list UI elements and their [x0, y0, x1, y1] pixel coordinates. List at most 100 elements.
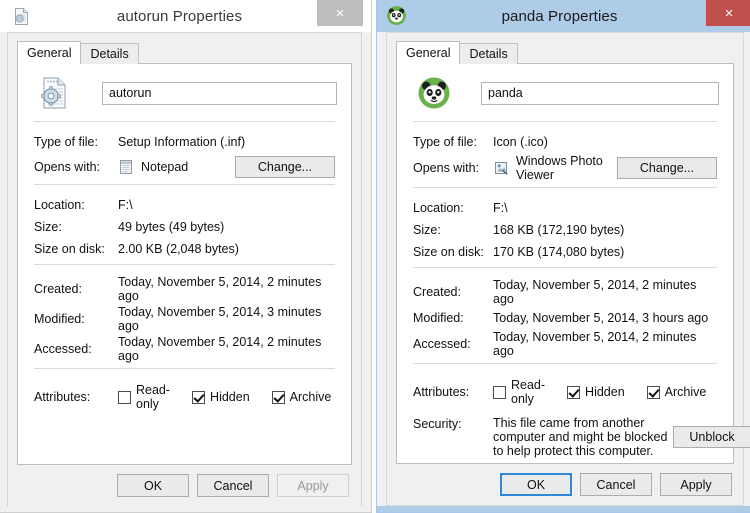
apply-button: Apply — [277, 474, 349, 497]
label-size: Size: — [34, 220, 62, 234]
checkbox-hidden-label: Hidden — [210, 390, 250, 404]
tab-details[interactable]: Details — [459, 43, 518, 64]
value-security: This file came from another computer and… — [493, 416, 750, 458]
value-accessed: Today, November 5, 2014, 2 minutes ago — [118, 335, 322, 363]
filename-value: panda — [488, 86, 523, 100]
attributes-section-autorun: Attributes: Read-only Hidden Archive — [18, 369, 351, 420]
checkbox-read-only-label: Read-only — [511, 378, 546, 406]
row-type-of-file: Type of file: Icon (.ico) — [397, 131, 733, 153]
checkbox-archive[interactable]: Archive — [271, 390, 332, 404]
checkbox-hidden[interactable]: Hidden — [192, 390, 250, 404]
row-size: Size: 49 bytes (49 bytes) — [18, 216, 351, 238]
attributes-section-panda: Attributes: Read-only Hidden Archive Sec… — [397, 364, 750, 463]
cancel-button[interactable]: Cancel — [580, 473, 652, 496]
filename-value: autorun — [109, 86, 152, 100]
value-created: Today, November 5, 2014, 2 minutes ago — [493, 278, 697, 306]
ok-button[interactable]: OK — [500, 473, 572, 496]
tabpage-general-panda: panda Type of file: Icon (.ico) Opens wi… — [396, 63, 750, 464]
checkbox-archive-box — [271, 390, 285, 404]
checkbox-archive[interactable]: Archive — [646, 385, 707, 399]
row-opens-with: Opens with: Notepad Change... — [18, 153, 351, 180]
label-opens-with: Opens with: — [413, 161, 480, 175]
checkbox-archive-label: Archive — [289, 390, 332, 404]
change-button[interactable]: Change... — [617, 157, 717, 179]
label-attributes: Attributes: — [413, 385, 470, 399]
checkbox-read-only-box — [493, 385, 506, 399]
value-accessed: Today, November 5, 2014, 2 minutes ago — [493, 330, 697, 358]
row-security: Security: This file came from another co… — [397, 411, 750, 459]
row-type-of-file: Type of file: Setup Information (.inf) — [18, 131, 351, 153]
row-opens-with: Opens with: Windows Photo Viewer Change.… — [397, 153, 733, 183]
filename-input[interactable]: autorun — [102, 81, 337, 105]
row-accessed: Accessed: Today, November 5, 2014, 2 min… — [18, 334, 351, 364]
row-size: Size: 168 KB (172,190 bytes) — [397, 219, 733, 241]
label-created: Created: — [34, 282, 82, 296]
row-size-on-disk: Size on disk: 170 KB (174,080 bytes) — [397, 241, 733, 263]
value-created: Today, November 5, 2014, 2 minutes ago — [118, 275, 322, 303]
apply-button[interactable]: Apply — [660, 473, 732, 496]
dialog-autorun: General Details autorun Type of file: Se… — [7, 32, 362, 506]
checkbox-hidden[interactable]: Hidden — [567, 385, 625, 399]
value-size: 168 KB (172,190 bytes) — [493, 223, 625, 237]
dates-section-autorun: Created: Today, November 5, 2014, 2 minu… — [18, 265, 351, 368]
inf-file-icon — [12, 7, 31, 26]
checkbox-archive-box — [646, 385, 660, 399]
window-bottom-chrome — [377, 506, 750, 512]
label-size-on-disk: Size on disk: — [413, 245, 484, 259]
windows-photo-viewer-icon — [493, 160, 509, 176]
window-autorun-properties[interactable]: autorun Properties × General Details aut… — [0, 0, 372, 513]
filename-input[interactable]: panda — [481, 81, 719, 105]
titlebar-autorun[interactable]: autorun Properties × — [0, 0, 371, 32]
label-location: Location: — [34, 198, 85, 212]
value-size-on-disk: 170 KB (174,080 bytes) — [493, 245, 625, 259]
location-section-panda: Location: F:\ Size: 168 KB (172,190 byte… — [397, 188, 733, 267]
type-section-panda: Type of file: Icon (.ico) Opens with: Wi… — [397, 122, 733, 187]
label-accessed: Accessed: — [413, 337, 471, 351]
security-message: This file came from another computer and… — [493, 416, 668, 458]
label-type-of-file: Type of file: — [34, 135, 98, 149]
window-panda-properties[interactable]: panda Properties × General Details panda… — [376, 0, 750, 513]
cancel-button[interactable]: Cancel — [197, 474, 269, 497]
row-created: Created: Today, November 5, 2014, 2 minu… — [397, 277, 733, 307]
panda-icon — [386, 5, 407, 26]
tab-general[interactable]: General — [396, 41, 461, 64]
tabstrip-panda: General Details — [396, 41, 743, 64]
window-title-autorun: autorun Properties — [116, 7, 243, 25]
value-opens-with: Notepad Change... — [118, 155, 335, 178]
row-accessed: Accessed: Today, November 5, 2014, 2 min… — [397, 329, 733, 359]
checkbox-read-only[interactable]: Read-only — [118, 383, 170, 411]
label-modified: Modified: — [413, 311, 464, 325]
row-modified: Modified: Today, November 5, 2014, 3 hou… — [397, 307, 733, 329]
row-attributes: Attributes: Read-only Hidden Archive — [18, 378, 351, 416]
dialog-panda: General Details panda Type of file: Icon… — [386, 32, 750, 506]
value-modified: Today, November 5, 2014, 3 minutes ago — [118, 305, 322, 333]
tab-details[interactable]: Details — [80, 43, 139, 64]
ok-button[interactable]: OK — [117, 474, 189, 497]
opens-with-app-name: Windows Photo Viewer — [516, 154, 603, 182]
value-opens-with: Windows Photo Viewer Change... — [493, 154, 717, 182]
row-location: Location: F:\ — [397, 197, 733, 219]
tab-general[interactable]: General — [17, 41, 82, 64]
tabstrip-autorun: General Details — [17, 41, 361, 64]
row-modified: Modified: Today, November 5, 2014, 3 min… — [18, 304, 351, 334]
value-size-on-disk: 2.00 KB (2,048 bytes) — [118, 242, 239, 256]
close-icon[interactable]: × — [706, 0, 750, 26]
close-icon[interactable]: × — [317, 0, 363, 26]
footer-panda: OK Cancel Apply — [387, 464, 743, 505]
checkbox-hidden-box — [567, 385, 581, 399]
attributes-checkboxes: Read-only Hidden Archive — [118, 383, 353, 411]
label-modified: Modified: — [34, 312, 85, 326]
value-type-of-file: Setup Information (.inf) — [118, 135, 246, 149]
checkbox-archive-label: Archive — [664, 385, 707, 399]
change-button[interactable]: Change... — [235, 155, 335, 178]
label-attributes: Attributes: — [34, 390, 91, 404]
row-attributes: Attributes: Read-only Hidden Archive — [397, 373, 733, 411]
titlebar-panda[interactable]: panda Properties × — [377, 0, 750, 32]
checkbox-read-only[interactable]: Read-only — [493, 378, 545, 406]
label-type-of-file: Type of file: — [413, 135, 477, 149]
value-location: F:\ — [493, 201, 508, 215]
unblock-button[interactable]: Unblock — [673, 426, 750, 448]
checkbox-read-only-label: Read-only — [136, 383, 171, 411]
checkbox-hidden-label: Hidden — [585, 385, 625, 399]
label-size-on-disk: Size on disk: — [34, 242, 105, 256]
